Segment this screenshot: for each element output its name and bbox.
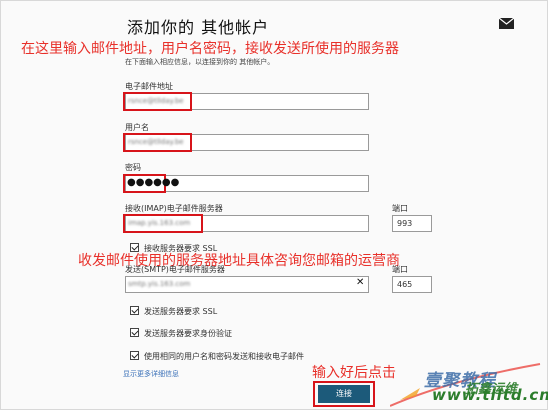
annotation-top: 在这里输入邮件地址，用户名密码，接收发送所使用的服务器 — [21, 41, 399, 57]
smtp-ssl-label: 发送服务器要求 SSL — [144, 307, 218, 316]
imap-value: imap.yis.163.com — [128, 219, 191, 227]
smtp-port-value: 465 — [397, 280, 413, 289]
show-more-link[interactable]: 显示更多详细信息 — [123, 369, 179, 379]
same-credentials-label: 使用相同的用户名和密码发送和接收电子邮件 — [144, 352, 304, 361]
password-value: ●●●●●● — [127, 177, 180, 188]
smtp-value: smtp.yis.163.com — [128, 280, 191, 288]
mail-icon[interactable] — [499, 18, 514, 29]
watermark-site: www.tlltd.cn — [432, 386, 548, 404]
smtp-ssl-checkbox[interactable] — [130, 306, 139, 315]
email-label: 电子邮件地址 — [125, 82, 173, 91]
imap-port-value: 993 — [397, 219, 413, 228]
smtp-auth-label: 发送服务器要求身份验证 — [144, 329, 232, 338]
imap-port-label: 端口 — [392, 204, 408, 213]
smtp-auth-checkbox[interactable] — [130, 328, 139, 337]
username-label: 用户名 — [125, 123, 149, 132]
smtp-port-label: 端口 — [392, 265, 408, 274]
form-subtitle: 在下面输入相应信息，以连接到你的 其他帐户。 — [125, 58, 275, 66]
username-value: rsnce@tllday.be — [128, 138, 184, 146]
same-credentials-checkbox[interactable] — [130, 351, 139, 360]
smtp-label: 发送(SMTP)电子邮件服务器 — [125, 265, 225, 274]
page-title: 添加你的 其他帐户 — [127, 18, 270, 37]
clear-icon[interactable]: ✕ — [356, 277, 364, 288]
password-label: 密码 — [125, 163, 141, 172]
connect-button[interactable]: 连接 — [318, 385, 370, 403]
email-value: rsnce@tllday.be — [128, 97, 184, 105]
annotation-bottom: 输入好后点击 — [312, 365, 396, 381]
imap-label: 接收(IMAP)电子邮件服务器 — [125, 204, 223, 213]
